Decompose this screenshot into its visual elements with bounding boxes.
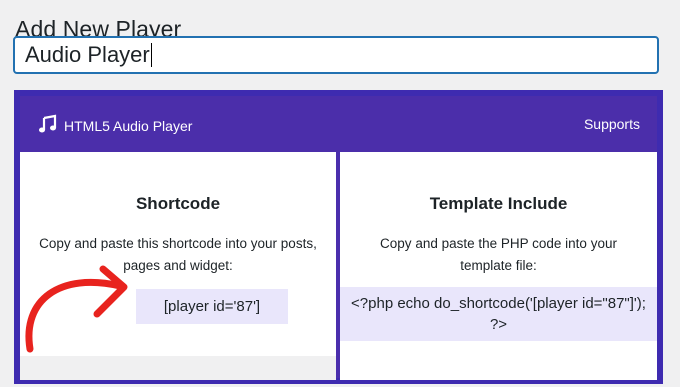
brand: HTML5 Audio Player (38, 114, 192, 137)
panel-inner: HTML5 Audio Player Supports Shortcode Co… (20, 96, 657, 380)
template-include-description: Copy and paste the PHP code into your te… (380, 236, 617, 273)
template-include-code: <?php echo do_shortcode('[player id="87"… (351, 295, 646, 333)
shortcode-card: Shortcode Copy and paste this shortcode … (20, 152, 336, 356)
player-title-value: Audio Player (25, 42, 150, 67)
panel-header: HTML5 Audio Player Supports (20, 96, 657, 152)
template-include-title: Template Include (429, 194, 568, 213)
text-caret (150, 43, 152, 67)
supports-link[interactable]: Supports (584, 116, 640, 132)
template-include-card: Template Include Copy and paste the PHP … (340, 152, 657, 380)
player-title-input[interactable]: Audio Player (13, 36, 659, 74)
brand-name: HTML5 Audio Player (64, 117, 193, 134)
music-note-icon (38, 114, 58, 137)
shortcode-description: Copy and paste this shortcode into your … (39, 236, 317, 273)
shortcode-code[interactable]: [player id='87'] (136, 289, 288, 324)
shortcode-card-footer (20, 356, 336, 380)
audio-player-panel: HTML5 Audio Player Supports Shortcode Co… (14, 90, 663, 384)
template-include-code-box[interactable]: <?php echo do_shortcode('[player id="87"… (340, 287, 657, 341)
shortcode-title: Shortcode (135, 194, 221, 213)
